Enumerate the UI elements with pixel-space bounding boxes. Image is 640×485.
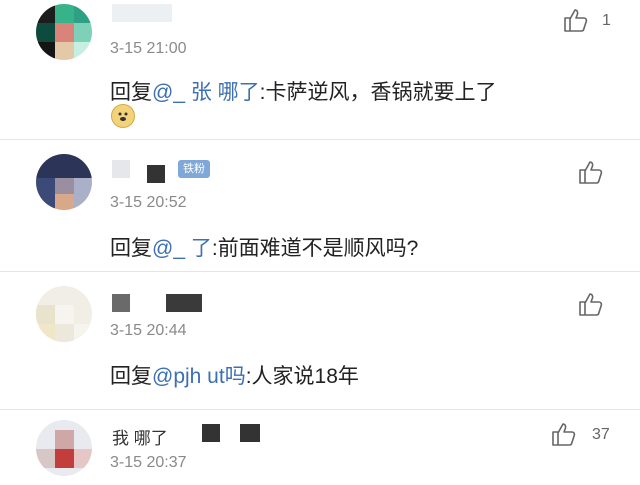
comment-time: 3-15 20:52 [110, 194, 187, 211]
like-button[interactable] [577, 290, 605, 318]
like-button[interactable] [562, 6, 590, 34]
thumbs-up-icon [579, 161, 603, 184]
author-blur [166, 294, 202, 312]
comment-text: 卡萨逆风，香锅就要上了 [265, 81, 497, 104]
thumbs-up-icon [579, 293, 603, 316]
comment-body: 回复@_ 张 哪了:卡萨逆风，香锅就要上了 [110, 76, 497, 106]
comment-text: 前面难道不是顺风吗? [217, 237, 419, 260]
avatar[interactable] [36, 154, 92, 210]
comment-author[interactable]: 我 哪了 [112, 424, 168, 449]
author-blur [202, 424, 220, 442]
avatar[interactable] [36, 286, 92, 342]
like-button[interactable] [577, 158, 605, 186]
comment-time: 3-15 20:44 [110, 322, 187, 339]
comment-item: 3-15 21:00 回复@_ 张 哪了:卡萨逆风，香锅就要上了 1 [0, 0, 640, 140]
mention-link[interactable]: @_ 了 [152, 237, 212, 260]
comment-time: 3-15 20:37 [110, 454, 187, 471]
mention-link[interactable]: @_ 张 哪了 [152, 81, 260, 104]
author-blur [147, 165, 165, 183]
comment-item: 铁粉 3-15 20:52 回复@_ 了:前面难道不是顺风吗? [0, 140, 640, 272]
reply-prefix: 回复 [110, 365, 152, 388]
author-blur [112, 294, 130, 312]
fan-badge: 铁粉 [178, 160, 210, 178]
author-blur [112, 160, 130, 178]
author-blur [240, 424, 260, 442]
comment-item: 我 哪了 3-15 20:37 37 [0, 410, 640, 485]
mention-link[interactable]: @pjh ut吗 [152, 365, 246, 388]
avatar[interactable] [36, 420, 92, 476]
author-blur [112, 4, 172, 22]
comment-text: 人家说18年 [251, 365, 359, 388]
avatar[interactable] [36, 4, 92, 60]
like-count: 37 [592, 426, 610, 443]
like-button[interactable] [550, 420, 578, 448]
like-count: 1 [602, 12, 611, 29]
doge-emoji [111, 104, 135, 128]
reply-prefix: 回复 [110, 81, 152, 104]
thumbs-up-icon [564, 9, 588, 32]
comment-body: 回复@_ 了:前面难道不是顺风吗? [110, 232, 418, 262]
thumbs-up-icon [552, 423, 576, 446]
reply-prefix: 回复 [110, 237, 152, 260]
comment-body: 回复@pjh ut吗:人家说18年 [110, 360, 359, 390]
comment-time: 3-15 21:00 [110, 40, 187, 57]
comment-item: 3-15 20:44 回复@pjh ut吗:人家说18年 [0, 272, 640, 410]
